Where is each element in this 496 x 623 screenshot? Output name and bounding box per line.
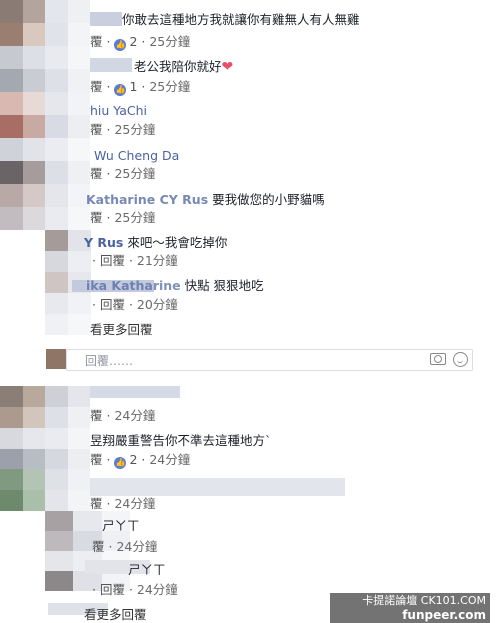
timestamp[interactable]: 24分鐘 (137, 582, 178, 597)
reply-link[interactable]: 覆 (90, 34, 103, 49)
timestamp[interactable]: 24分鐘 (114, 408, 155, 423)
timestamp[interactable]: 20分鐘 (137, 297, 178, 312)
timestamp[interactable]: 24分鐘 (149, 452, 190, 467)
like-count[interactable]: 👍 2 (114, 34, 137, 51)
site-watermark: 卡提諾論壇 CK101.COM funpeer.com (330, 593, 490, 623)
reply-link[interactable]: 回覆 (100, 582, 125, 597)
view-more-replies-link[interactable]: 看更多回覆 (84, 604, 147, 623)
comment-meta: 覆 · 24分鐘 (90, 408, 156, 423)
reply-link[interactable]: 覆 (90, 452, 103, 467)
blurred-name (90, 478, 345, 496)
comment-meta: 覆 · 👍 1 · 25分鐘 (90, 79, 191, 96)
commenter-name[interactable]: hiu YaChi (90, 103, 147, 119)
reply-link[interactable]: 回覆 (100, 297, 125, 312)
blurred-name (90, 12, 122, 26)
view-more-replies-link[interactable]: 看更多回覆 (90, 319, 153, 338)
replier-name[interactable]: Y Rus (84, 235, 123, 250)
timestamp[interactable]: 24分鐘 (116, 539, 157, 554)
timestamp[interactable]: 25分鐘 (149, 79, 190, 94)
reply-link[interactable]: 覆 (90, 496, 103, 511)
reply-link[interactable]: 覆 (92, 539, 105, 554)
timestamp[interactable]: 25分鐘 (114, 166, 155, 181)
like-icon: 👍 (114, 39, 127, 51)
commenter-name[interactable]: Katharine CY Rus (86, 192, 208, 207)
watermark-line1: 卡提諾論壇 CK101.COM (362, 594, 486, 607)
reply-box-avatar (46, 349, 66, 369)
timestamp[interactable]: 25分鐘 (149, 34, 190, 49)
comment-meta: 覆 · 25分鐘 (90, 122, 156, 137)
reply-input-placeholder: 回覆…… (85, 354, 134, 368)
comment-text: 老公我陪你就好❤ (134, 59, 234, 75)
reply-text: 來吧～我會吃掉你 (127, 235, 228, 250)
reply-meta: · 回覆 · 20分鐘 (92, 297, 178, 312)
comment-row: Katharine CY Rus 要我做您的小野貓嗎 (86, 192, 325, 208)
reply-link[interactable]: 覆 (90, 166, 103, 181)
timestamp[interactable]: 25分鐘 (114, 122, 155, 137)
like-icon: 👍 (114, 84, 127, 96)
timestamp[interactable]: 21分鐘 (137, 253, 178, 268)
like-count[interactable]: 👍 2 (114, 452, 137, 469)
comment-meta: 覆 · 25分鐘 (90, 166, 156, 181)
watermark-line2: funpeer.com (402, 608, 486, 622)
comment-meta: 覆 · 👍 2 · 25分鐘 (90, 34, 191, 51)
comment-meta: 覆 · 24分鐘 (90, 496, 156, 511)
reply-meta: · 回覆 · 24分鐘 (92, 582, 178, 597)
comment-text: 要我做您的小野貓嗎 (212, 192, 325, 207)
avatar-mosaic-bottom (0, 386, 90, 511)
blurred-name (90, 58, 132, 72)
reply-text: ㄕㄚㄒ (102, 518, 140, 533)
reply-text: 快點 狠狠地吃 (184, 278, 264, 293)
like-icon: 👍 (114, 457, 127, 469)
reply-link[interactable]: 覆 (90, 122, 103, 137)
reply-text: ㄕㄚㄒ (128, 562, 166, 577)
reply-meta: · 回覆 · 21分鐘 (92, 253, 178, 268)
reply-meta: 覆 · 24分鐘 (92, 539, 158, 554)
emoji-icon[interactable] (453, 352, 468, 367)
blurred-name (90, 386, 180, 398)
reply-link[interactable]: 覆 (90, 408, 103, 423)
camera-icon[interactable] (430, 353, 446, 365)
reply-link[interactable]: 覆 (90, 210, 103, 225)
reply-link[interactable]: 覆 (90, 79, 103, 94)
avatar-mosaic-top (0, 0, 90, 230)
comment-text: 你敢去這種地方我就讓你有雞無人有人無雞 (122, 12, 360, 27)
comment-meta: 覆 · 👍 2 · 24分鐘 (90, 452, 191, 469)
timestamp[interactable]: 24分鐘 (114, 496, 155, 511)
like-count[interactable]: 👍 1 (114, 79, 137, 96)
heart-emoji-icon: ❤ (221, 59, 234, 75)
timestamp[interactable]: 25分鐘 (114, 210, 155, 225)
comment-text: 昱翔嚴重警告你不準去這種地方` (90, 433, 272, 448)
comment-meta: 覆 · 25分鐘 (90, 210, 156, 225)
replier-name[interactable]: ika Katharine (86, 278, 181, 293)
reply-link[interactable]: 回覆 (100, 253, 125, 268)
reply-row: Y Rus 來吧～我會吃掉你 (84, 235, 227, 251)
reply-row: ika Katharine 快點 狠狠地吃 (86, 278, 264, 294)
commenter-name[interactable]: Wu Cheng Da (94, 148, 179, 164)
reply-input[interactable]: 回覆…… (66, 349, 473, 371)
